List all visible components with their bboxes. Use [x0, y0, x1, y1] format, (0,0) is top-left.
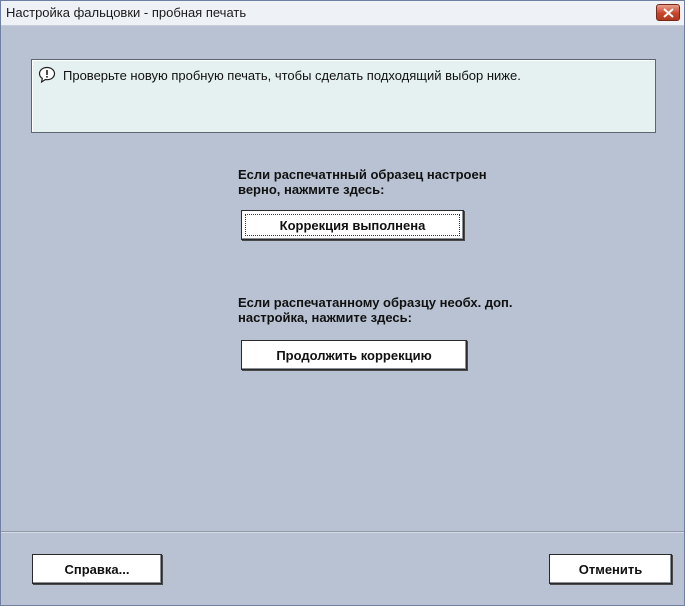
help-button[interactable]: Справка...	[32, 554, 162, 584]
close-button[interactable]	[656, 4, 680, 21]
correction-done-button[interactable]: Коррекция выполнена	[241, 210, 464, 240]
continue-correction-button[interactable]: Продолжить коррекцию	[241, 340, 467, 370]
help-button-label: Справка...	[64, 561, 130, 577]
close-icon	[663, 8, 674, 18]
continue-correction-label: Продолжить коррекцию	[276, 347, 432, 363]
footer-separator	[1, 531, 684, 533]
dialog-window: Настройка фальцовки - пробная печать Про…	[0, 0, 685, 606]
title-bar[interactable]: Настройка фальцовки - пробная печать	[1, 1, 684, 26]
cancel-button[interactable]: Отменить	[549, 554, 672, 584]
cancel-button-label: Отменить	[578, 561, 643, 577]
option-continue-label: Если распечатанному образцу необх. доп. …	[238, 295, 513, 325]
info-message-text: Проверьте новую пробную печать, чтобы сд…	[63, 68, 521, 83]
speech-bubble-icon	[38, 66, 56, 84]
info-message-box: Проверьте новую пробную печать, чтобы сд…	[31, 59, 656, 133]
option-done-label: Если распечатнный образец настроен верно…	[238, 167, 487, 197]
window-title: Настройка фальцовки - пробная печать	[6, 5, 247, 20]
focus-rect	[245, 214, 460, 236]
